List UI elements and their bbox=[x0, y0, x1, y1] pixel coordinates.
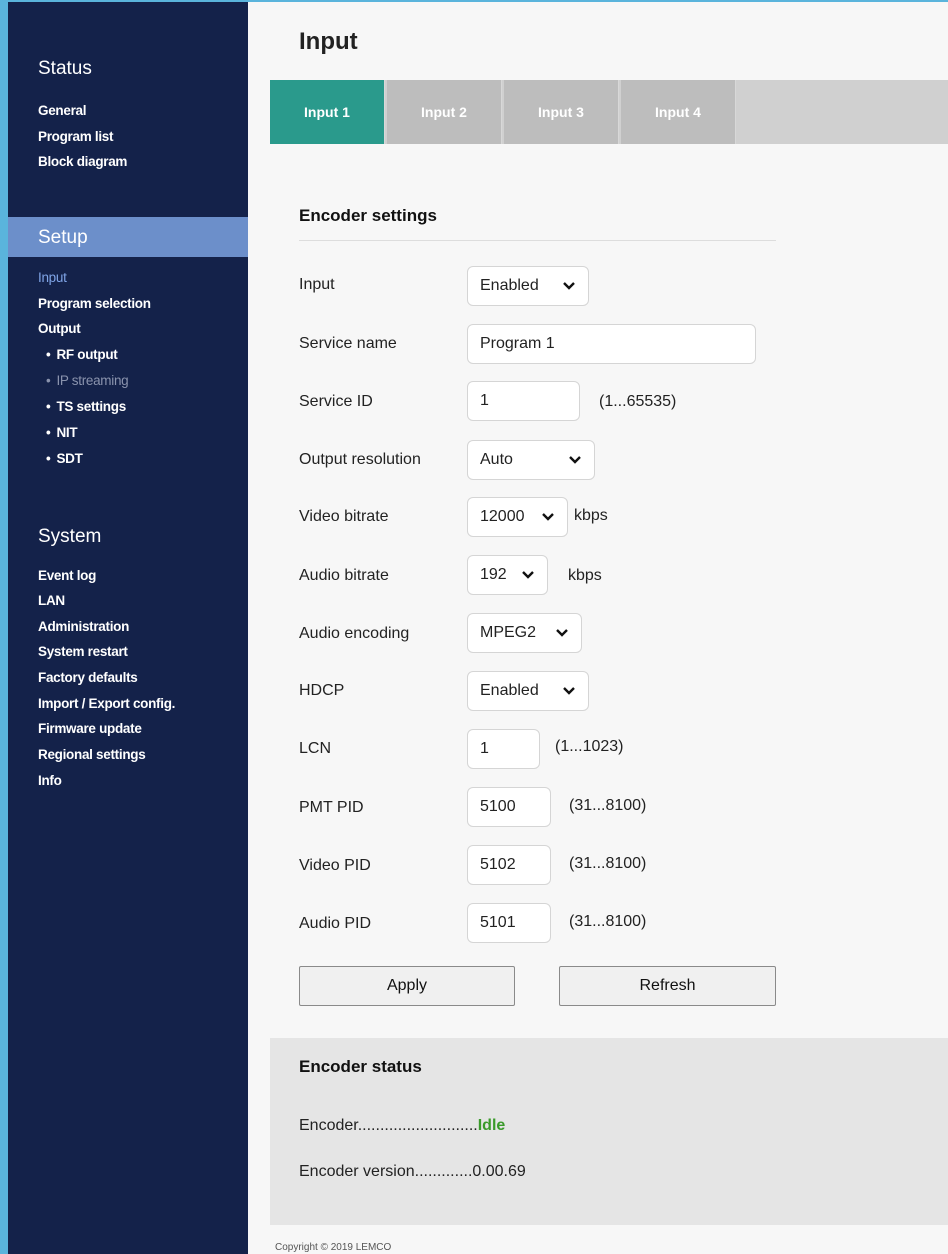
sidebar-section-setup-header: Setup bbox=[8, 217, 248, 257]
encoder-state-label: Encoder........................... bbox=[299, 1117, 478, 1134]
hdcp-label: HDCP bbox=[299, 682, 345, 699]
sidebar-item-event-log[interactable]: Event log bbox=[38, 568, 96, 583]
lcn-range: (1...1023) bbox=[555, 738, 624, 755]
sidebar-item-regional-settings[interactable]: Regional settings bbox=[38, 747, 146, 762]
page-title: Input bbox=[299, 28, 358, 55]
sidebar-item-import-export-config[interactable]: Import / Export config. bbox=[38, 696, 175, 711]
tab-input-4[interactable]: Input 4 bbox=[621, 80, 736, 144]
sidebar-item-rf-output[interactable]: RF output bbox=[46, 347, 117, 362]
input-label: Input bbox=[299, 276, 335, 293]
service-id-label: Service ID bbox=[299, 393, 373, 410]
audio-pid-label: Audio PID bbox=[299, 915, 372, 932]
lcn-label: LCN bbox=[299, 740, 332, 757]
pmt-pid-value: 5100 bbox=[480, 798, 516, 815]
sidebar-item-program-selection[interactable]: Program selection bbox=[38, 296, 151, 311]
pmt-pid-input[interactable]: 5100 bbox=[467, 787, 551, 827]
apply-button[interactable]: Apply bbox=[299, 966, 515, 1006]
audio-bitrate-unit: kbps bbox=[568, 567, 602, 584]
sidebar-section-setup-title: Setup bbox=[38, 227, 88, 248]
input-tab-bar: Input 1 Input 2 Input 3 Input 4 bbox=[270, 80, 948, 144]
sidebar-item-system-restart[interactable]: System restart bbox=[38, 644, 128, 659]
video-pid-label: Video PID bbox=[299, 857, 371, 874]
encoder-state-value: Idle bbox=[477, 1117, 506, 1134]
section-divider bbox=[299, 240, 776, 241]
chevron-down-icon bbox=[522, 571, 534, 579]
service-id-value: 1 bbox=[480, 392, 489, 409]
output-resolution-label: Output resolution bbox=[299, 451, 421, 468]
encoder-version-row: Encoder version.............0.00.69 bbox=[299, 1163, 526, 1181]
chevron-down-icon bbox=[563, 687, 575, 695]
service-name-value: Program 1 bbox=[480, 335, 555, 352]
sidebar-item-input[interactable]: Input bbox=[38, 270, 67, 285]
chevron-down-icon bbox=[563, 282, 575, 290]
audio-pid-range: (31...8100) bbox=[569, 913, 647, 930]
sidebar-item-administration[interactable]: Administration bbox=[38, 619, 129, 634]
video-bitrate-value: 12000 bbox=[480, 508, 525, 525]
hdcp-value: Enabled bbox=[480, 682, 539, 699]
left-accent-line bbox=[0, 0, 8, 1254]
pmt-pid-label: PMT PID bbox=[299, 799, 364, 816]
video-pid-range: (31...8100) bbox=[569, 855, 647, 872]
encoder-state-row: Encoder...........................Idle bbox=[299, 1117, 505, 1135]
sidebar-item-ts-settings[interactable]: TS settings bbox=[46, 399, 126, 414]
sidebar-item-lan[interactable]: LAN bbox=[38, 593, 65, 608]
lcn-value: 1 bbox=[480, 740, 489, 757]
sidebar-item-program-list[interactable]: Program list bbox=[38, 129, 113, 144]
audio-pid-value: 5101 bbox=[480, 914, 516, 931]
tab-input-1[interactable]: Input 1 bbox=[270, 80, 385, 144]
service-name-label: Service name bbox=[299, 335, 397, 352]
sidebar-item-sdt[interactable]: SDT bbox=[46, 451, 82, 466]
sidebar-section-system-title: System bbox=[38, 526, 102, 547]
sidebar-item-output[interactable]: Output bbox=[38, 321, 81, 336]
sidebar-item-factory-defaults[interactable]: Factory defaults bbox=[38, 670, 138, 685]
video-pid-input[interactable]: 5102 bbox=[467, 845, 551, 885]
encoder-settings-title: Encoder settings bbox=[299, 206, 437, 225]
video-pid-value: 5102 bbox=[480, 856, 516, 873]
tab-input-2[interactable]: Input 2 bbox=[387, 80, 502, 144]
audio-encoding-value: MPEG2 bbox=[480, 624, 537, 641]
chevron-down-icon bbox=[542, 513, 554, 521]
video-bitrate-unit: kbps bbox=[574, 507, 608, 524]
chevron-down-icon bbox=[569, 456, 581, 464]
sidebar-item-info[interactable]: Info bbox=[38, 773, 62, 788]
audio-bitrate-value: 192 bbox=[480, 566, 507, 583]
sidebar-section-status-title: Status bbox=[38, 58, 92, 79]
input-select[interactable]: Enabled bbox=[467, 266, 589, 306]
audio-encoding-select[interactable]: MPEG2 bbox=[467, 613, 582, 653]
service-id-input[interactable]: 1 bbox=[467, 381, 580, 421]
sidebar-item-general[interactable]: General bbox=[38, 103, 86, 118]
hdcp-select[interactable]: Enabled bbox=[467, 671, 589, 711]
sidebar: Status General Program list Block diagra… bbox=[8, 2, 248, 1254]
video-bitrate-select[interactable]: 12000 bbox=[467, 497, 568, 537]
sidebar-item-nit[interactable]: NIT bbox=[46, 425, 77, 440]
audio-encoding-label: Audio encoding bbox=[299, 625, 410, 642]
chevron-down-icon bbox=[556, 629, 568, 637]
audio-pid-input[interactable]: 5101 bbox=[467, 903, 551, 943]
service-id-range: (1...65535) bbox=[599, 393, 677, 410]
sidebar-item-firmware-update[interactable]: Firmware update bbox=[38, 721, 142, 736]
encoder-version-label: Encoder version............. bbox=[299, 1163, 473, 1180]
encoder-version-value: 0.00.69 bbox=[472, 1163, 526, 1180]
output-resolution-select[interactable]: Auto bbox=[467, 440, 595, 480]
audio-bitrate-label: Audio bitrate bbox=[299, 567, 389, 584]
refresh-button[interactable]: Refresh bbox=[559, 966, 776, 1006]
pmt-pid-range: (31...8100) bbox=[569, 797, 647, 814]
input-select-value: Enabled bbox=[480, 277, 539, 294]
footer-copyright: Copyright © 2019 LEMCO bbox=[275, 1242, 392, 1253]
output-resolution-value: Auto bbox=[480, 451, 513, 468]
sidebar-item-block-diagram[interactable]: Block diagram bbox=[38, 154, 127, 169]
lcn-input[interactable]: 1 bbox=[467, 729, 540, 769]
encoder-status-title: Encoder status bbox=[299, 1057, 422, 1076]
audio-bitrate-select[interactable]: 192 bbox=[467, 555, 548, 595]
video-bitrate-label: Video bitrate bbox=[299, 508, 389, 525]
service-name-input[interactable]: Program 1 bbox=[467, 324, 756, 364]
tab-input-3[interactable]: Input 3 bbox=[504, 80, 619, 144]
sidebar-item-ip-streaming: IP streaming bbox=[46, 373, 128, 388]
